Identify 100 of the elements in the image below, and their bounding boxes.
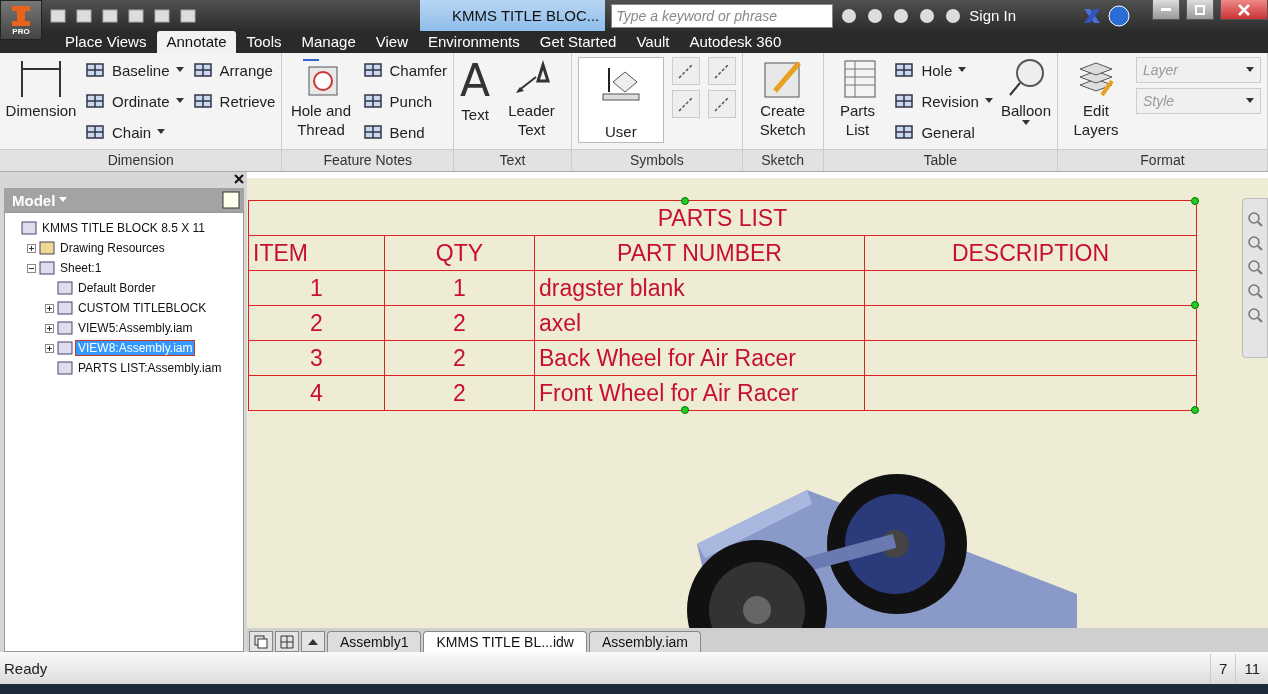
dashed-line-icon (712, 62, 731, 80)
selection-grip[interactable] (1191, 406, 1199, 414)
tool-button[interactable]: Hole and Thread (288, 57, 354, 139)
tool-button[interactable] (707, 90, 736, 118)
tree-item[interactable]: VIEW5:Assembly.iam (76, 321, 195, 335)
ribbon-tab[interactable]: Annotate (157, 31, 236, 53)
tile-button[interactable] (275, 631, 299, 652)
ribbon-tab[interactable]: View (366, 31, 417, 53)
ribbon-tab[interactable]: Vault (627, 31, 679, 53)
status-count: 11 (1235, 653, 1268, 683)
app-menu-button[interactable]: PRO (0, 0, 42, 40)
panel-title: Symbols (571, 149, 742, 171)
close-button[interactable] (1220, 0, 1268, 20)
panel-title: Format (1058, 149, 1267, 171)
tool-button[interactable]: Revision (893, 88, 993, 114)
selection-grip[interactable] (1191, 197, 1199, 205)
cascade-button[interactable] (249, 631, 273, 652)
tool-button[interactable] (671, 57, 700, 85)
close-icon[interactable] (234, 174, 244, 184)
selection-grip[interactable] (1191, 301, 1199, 309)
panel-title: Text (454, 149, 571, 171)
plus-icon[interactable] (45, 343, 54, 353)
ribbon-tab[interactable]: Environments (419, 31, 529, 53)
zoom-icon[interactable] (1247, 211, 1263, 227)
tool-button[interactable]: Hole (893, 57, 993, 83)
tree-item[interactable]: Default Border (76, 281, 158, 295)
plus-icon[interactable] (45, 303, 54, 313)
tool-button[interactable]: Create Sketch (748, 57, 817, 139)
symbol-gallery[interactable]: User (577, 57, 664, 143)
tree-item[interactable]: Sheet:1 (58, 261, 104, 275)
tool-button[interactable] (671, 90, 700, 118)
maximize-button[interactable] (1186, 0, 1214, 20)
zoom-icon[interactable] (1247, 307, 1263, 323)
tool-button[interactable]: Retrieve (191, 88, 276, 114)
tab-list-button[interactable] (301, 631, 325, 652)
table-cell: Back Wheel for Air Racer (535, 341, 865, 376)
parts-list-table[interactable]: PARTS LIST ITEM QTY PART NUMBER DESCRIPTION 1 1 dragster blank 2 2 axel 3 2 Back Wheel for Air Racer 4 2 Front Wheel for Air Racer (248, 200, 1196, 411)
node-icon (57, 361, 73, 375)
dashed-line-icon (676, 62, 695, 80)
tool-button[interactable]: A Text (460, 57, 491, 124)
node-icon (39, 261, 55, 275)
minus-icon[interactable] (27, 263, 36, 273)
ribbon-tab[interactable]: Autodesk 360 (680, 31, 791, 53)
tool-button[interactable]: Leader Text (498, 57, 565, 139)
zoom-icon[interactable] (1247, 235, 1263, 251)
table-cell: 1 (385, 271, 535, 306)
tree-item[interactable]: CUSTOM TITLEBLOCK (76, 301, 209, 315)
zoom-icon[interactable] (1247, 259, 1263, 275)
tool-button[interactable]: Arrange (191, 57, 276, 83)
ribbon-tab[interactable]: Manage (292, 31, 365, 53)
table-cell: 1 (249, 271, 385, 306)
tree-item[interactable]: Drawing Resources (58, 241, 167, 255)
column-header: ITEM (249, 236, 385, 271)
tool-button[interactable]: Dimension (6, 57, 76, 120)
tool-button[interactable]: Edit Layers (1064, 57, 1128, 139)
panel-title: Dimension (0, 149, 282, 171)
ribbon-tab[interactable]: Place Views (56, 31, 156, 53)
document-tab[interactable]: KMMS TITLE BL...idw (423, 631, 587, 652)
document-title: KMMS TITLE BLOC... (420, 0, 606, 31)
tool-button[interactable]: Chamfer (361, 57, 448, 83)
node-icon (57, 281, 73, 295)
table-cell: 2 (249, 306, 385, 341)
tool-button[interactable]: General (893, 119, 993, 145)
selection-grip[interactable] (681, 197, 689, 205)
document-tab[interactable]: Assembly.iam (588, 631, 701, 652)
minimize-icon (1161, 8, 1171, 11)
table-cell: 4 (249, 376, 385, 411)
tool-button[interactable]: Ordinate (84, 88, 184, 114)
table-title: PARTS LIST (249, 201, 1197, 236)
x-logo-icon[interactable] (1082, 6, 1102, 25)
tool-button[interactable]: Chain (84, 119, 184, 145)
sign-in-link[interactable]: Sign In (969, 7, 1016, 24)
plus-icon[interactable] (27, 243, 36, 253)
selection-grip[interactable] (681, 406, 689, 414)
table-cell: 2 (385, 376, 535, 411)
plus-icon[interactable] (45, 323, 54, 333)
caret-icon (1246, 67, 1254, 73)
table-cell: axel (535, 306, 865, 341)
table-cell: 2 (385, 341, 535, 376)
document-tab[interactable]: Assembly1 (327, 631, 422, 652)
tool-button[interactable]: Bend (361, 119, 448, 145)
tree-item[interactable]: KMMS TITLE BLOCK 8.5 X 11 (40, 221, 207, 235)
tool-button[interactable]: Punch (361, 88, 448, 114)
minimize-button[interactable] (1152, 0, 1180, 20)
tool-button[interactable] (707, 57, 736, 85)
tree-item[interactable]: PARTS LIST:Assembly.iam (76, 361, 224, 375)
tool-button[interactable]: Balloon (1000, 57, 1051, 126)
status-page: 7 (1210, 653, 1236, 683)
table-cell: 2 (385, 306, 535, 341)
ribbon-tab[interactable]: Tools (237, 31, 291, 53)
tool-button[interactable]: Parts List (829, 57, 886, 139)
dashed-line-icon (712, 95, 731, 113)
close-icon (1238, 3, 1250, 16)
column-header: DESCRIPTION (865, 236, 1197, 271)
tool-button[interactable]: Baseline (84, 57, 184, 83)
search-field[interactable]: Type a keyword or phrase (611, 3, 834, 28)
table-cell: dragster blank (535, 271, 865, 306)
restore-icon (1195, 4, 1205, 15)
ribbon-tab[interactable]: Get Started (530, 31, 626, 53)
zoom-icon[interactable] (1247, 283, 1263, 299)
